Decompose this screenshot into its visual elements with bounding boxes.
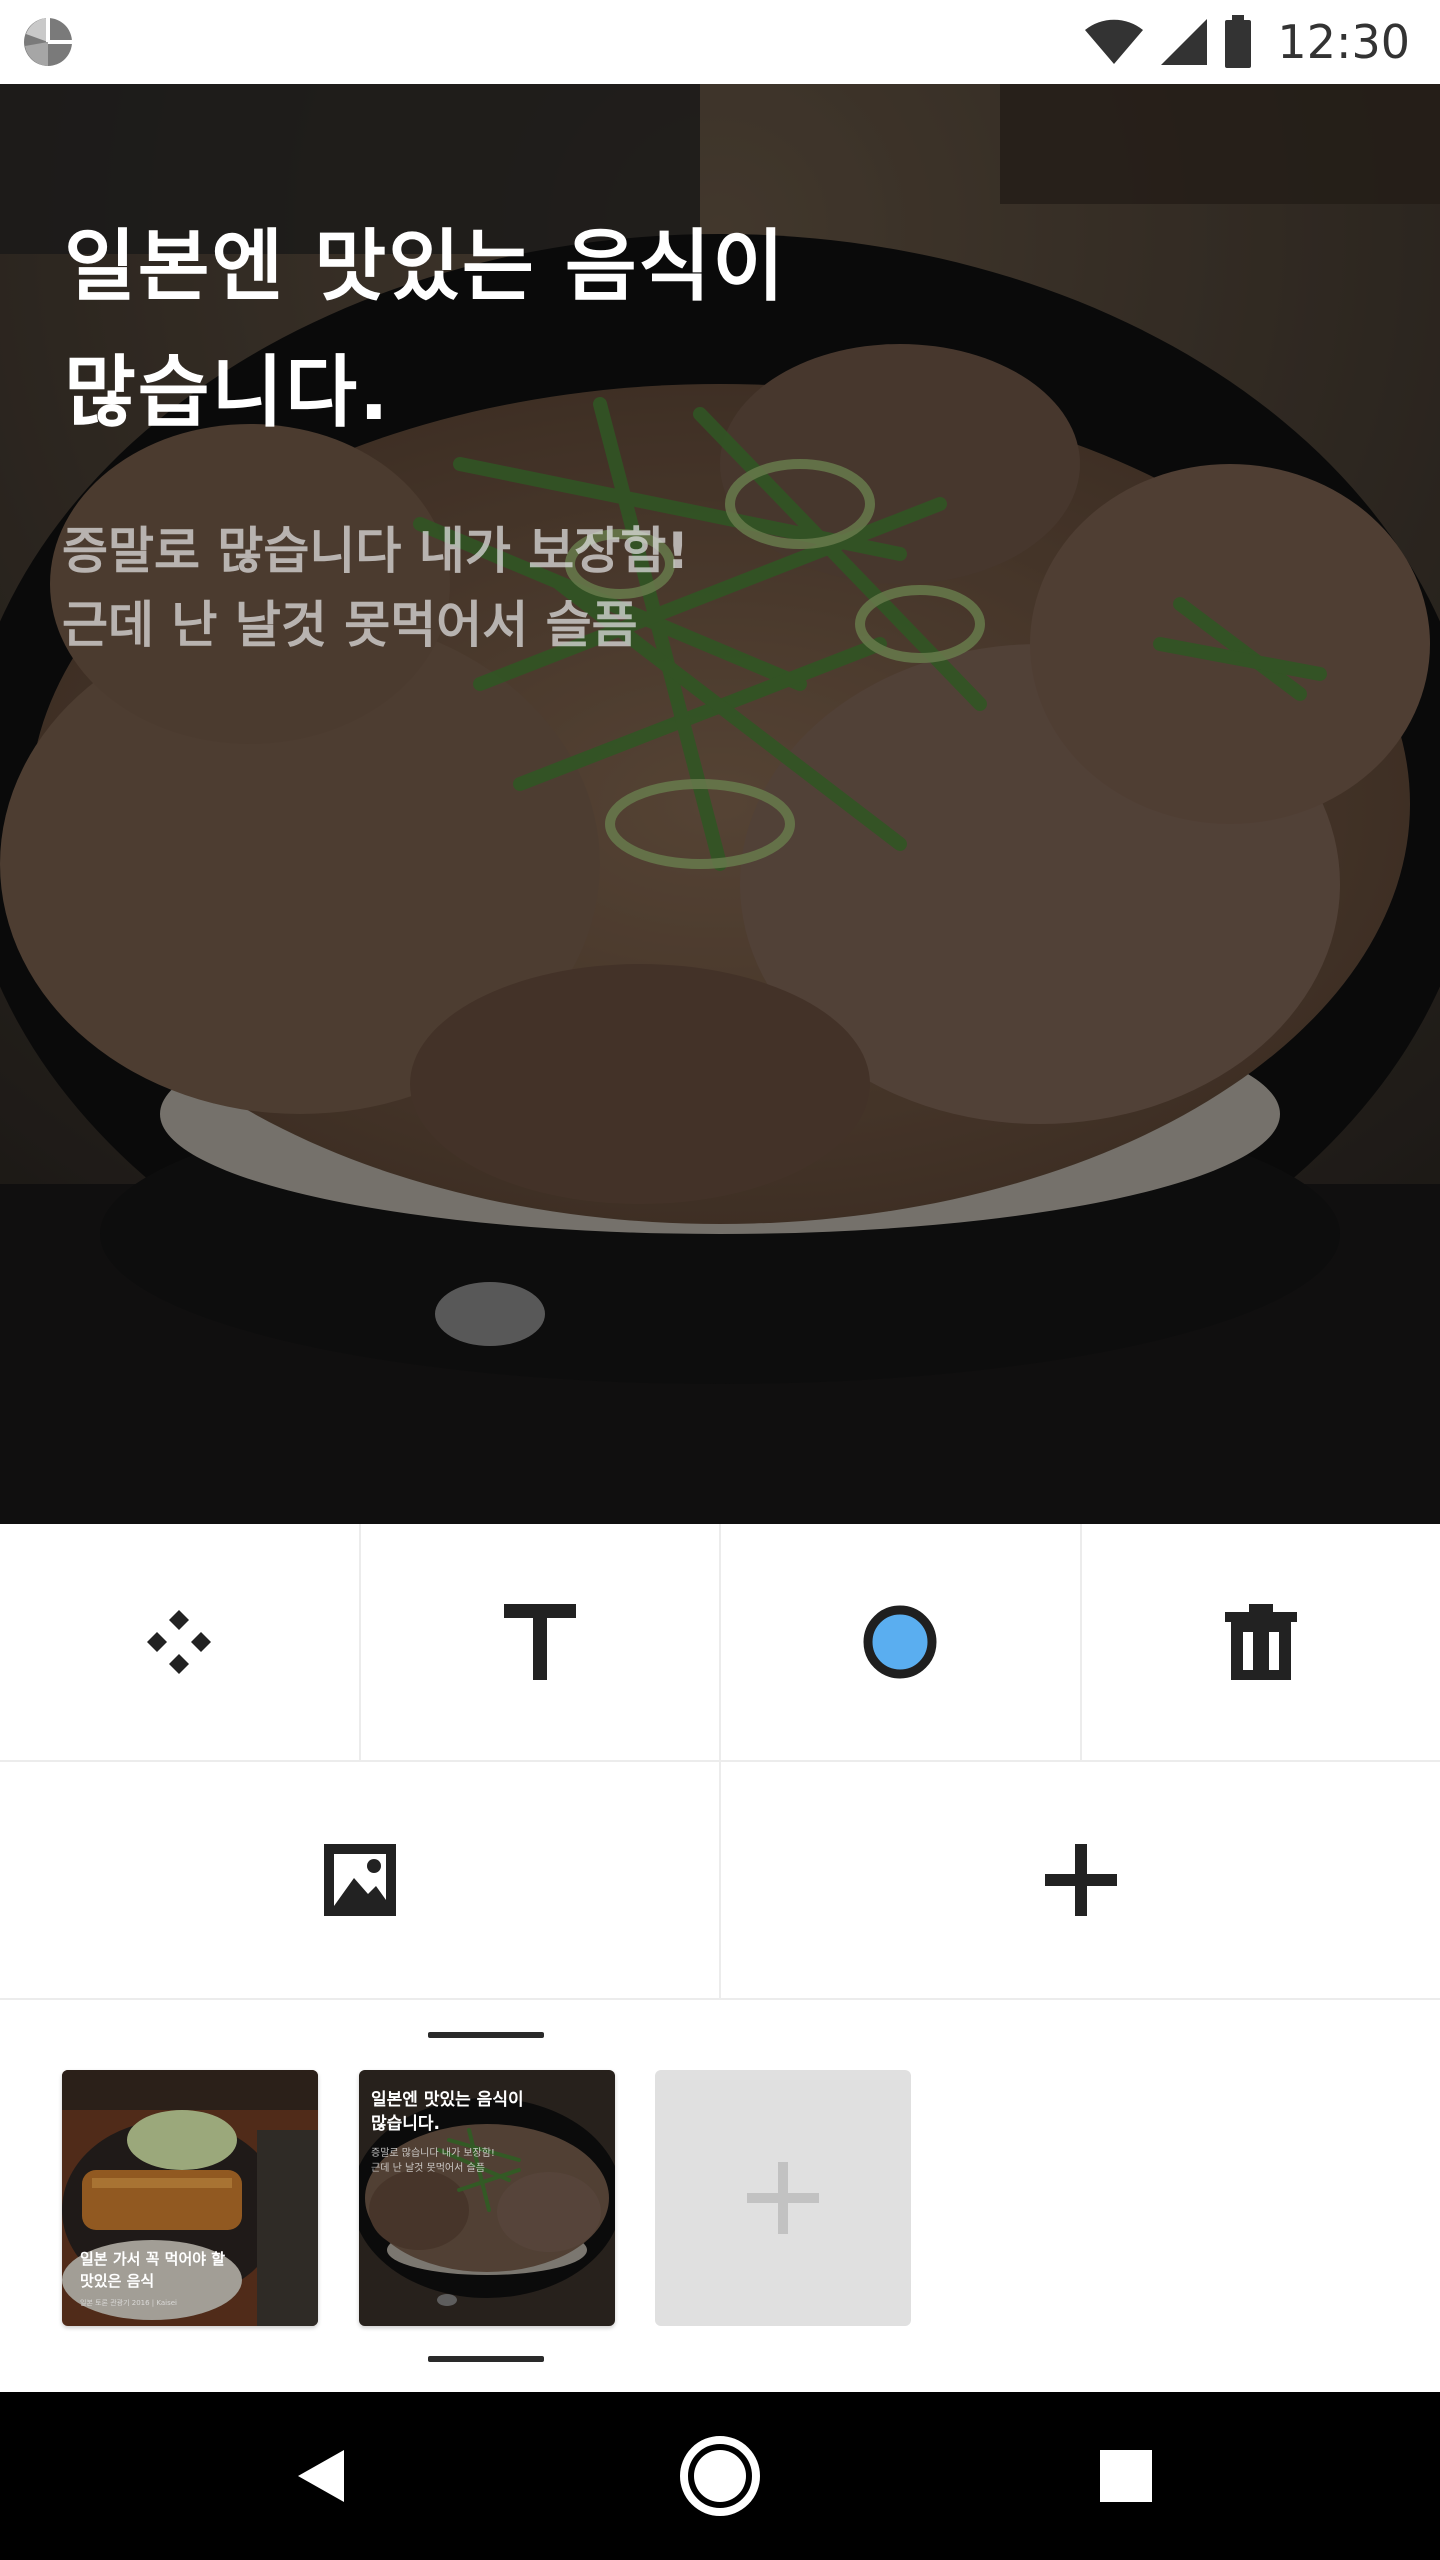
page-strip: 일본 가서 꼭 먹어야 할 맛있은 음식 일본 토론 관광기 2016 | Ka… — [0, 2002, 1440, 2392]
thumbnail-title-line: 일본엔 맛있는 음식이 — [371, 2090, 524, 2110]
drag-handle-bottom[interactable] — [428, 2356, 544, 2362]
delete-tool-button[interactable] — [1082, 1524, 1440, 1760]
home-button[interactable] — [600, 2392, 840, 2560]
color-icon — [863, 1605, 937, 1679]
thumbnail-title: 일본엔 맛있는 음식이 많습니다. — [371, 2088, 524, 2136]
add-page-button[interactable] — [655, 2070, 911, 2326]
recents-button[interactable] — [1006, 2392, 1246, 2560]
add-element-button[interactable] — [721, 1762, 1440, 1998]
color-tool-button[interactable] — [721, 1524, 1082, 1760]
page-title[interactable]: 일본엔 맛있는 음식이 많습니다. — [64, 204, 1064, 456]
status-bar: 12:30 — [0, 0, 1440, 84]
move-icon — [147, 1610, 212, 1674]
status-indicators: 12:30 — [1083, 0, 1410, 84]
delete-icon — [1224, 1604, 1297, 1680]
thumbnail-subtitle: 일본 토론 관광기 2016 | Kaisei — [80, 2299, 177, 2307]
text-tool-button[interactable] — [361, 1524, 721, 1760]
back-button[interactable] — [200, 2392, 440, 2560]
thumbnail-title: 일본 가서 꼭 먹어야 할 맛있은 음식 — [80, 2248, 225, 2292]
thumbnail-subtitle: 증말로 많습니다 내가 보장함! 근데 난 날것 못먹어서 슬픔 — [371, 2146, 495, 2176]
add-icon — [1044, 1844, 1117, 1916]
thumbnail-title-line: 일본 가서 꼭 먹어야 할 — [80, 2250, 226, 2268]
image-icon — [323, 1844, 396, 1916]
thumbnail-title-line: 많습니다. — [371, 2114, 441, 2134]
wifi-icon — [1085, 19, 1144, 65]
page-canvas[interactable]: 일본엔 맛있는 음식이 많습니다. 증말로 많습니다 내가 보장함! 근데 난 … — [0, 84, 1440, 1524]
tool-row — [0, 1524, 1440, 1762]
text-icon — [503, 1604, 576, 1680]
add-page-icon — [747, 2162, 819, 2234]
page-subtitle-line: 근데 난 날것 못먹어서 슬픔 — [62, 596, 638, 654]
thumbnail-subtitle-line: 증말로 많습니다 내가 보장함! — [371, 2148, 495, 2159]
battery-icon — [1225, 15, 1252, 68]
recents-icon — [1100, 2450, 1152, 2502]
status-time: 12:30 — [1277, 15, 1410, 69]
app-root: 12:30 일본엔 맛있는 음식이 많습니다. 증말로 많습니다 내가 보장함!… — [0, 0, 1440, 2560]
layout-tool-button[interactable] — [0, 1524, 361, 1760]
thumbnail-subtitle-line: 근데 난 날것 못먹어서 슬픔 — [371, 2163, 485, 2174]
back-icon — [298, 2450, 344, 2502]
page-subtitle[interactable]: 증말로 많습니다 내가 보장함! 근데 난 날것 못먹어서 슬픔 — [62, 514, 1062, 662]
page-thumbnail-active[interactable]: 일본엔 맛있는 음식이 많습니다. 증말로 많습니다 내가 보장함! 근데 난 … — [359, 2070, 615, 2326]
page-subtitle-line: 증말로 많습니다 내가 보장함! — [62, 522, 690, 580]
drag-handle-top[interactable] — [428, 2032, 544, 2038]
app-logo-icon — [24, 18, 72, 66]
thumbnail-title-line: 맛있은 음식 — [80, 2272, 155, 2290]
system-nav-bar — [0, 2392, 1440, 2560]
signal-icon — [1161, 19, 1208, 65]
page-title-line: 일본엔 맛있는 음식이 — [64, 222, 787, 312]
page-thumbnail[interactable]: 일본 가서 꼭 먹어야 할 맛있은 음식 일본 토론 관광기 2016 | Ka… — [62, 2070, 318, 2326]
image-tool-button[interactable] — [0, 1762, 721, 1998]
page-title-line: 많습니다. — [64, 348, 391, 438]
tool-grid — [0, 1524, 1440, 2000]
home-icon — [680, 2436, 760, 2516]
tool-row — [0, 1762, 1440, 2000]
